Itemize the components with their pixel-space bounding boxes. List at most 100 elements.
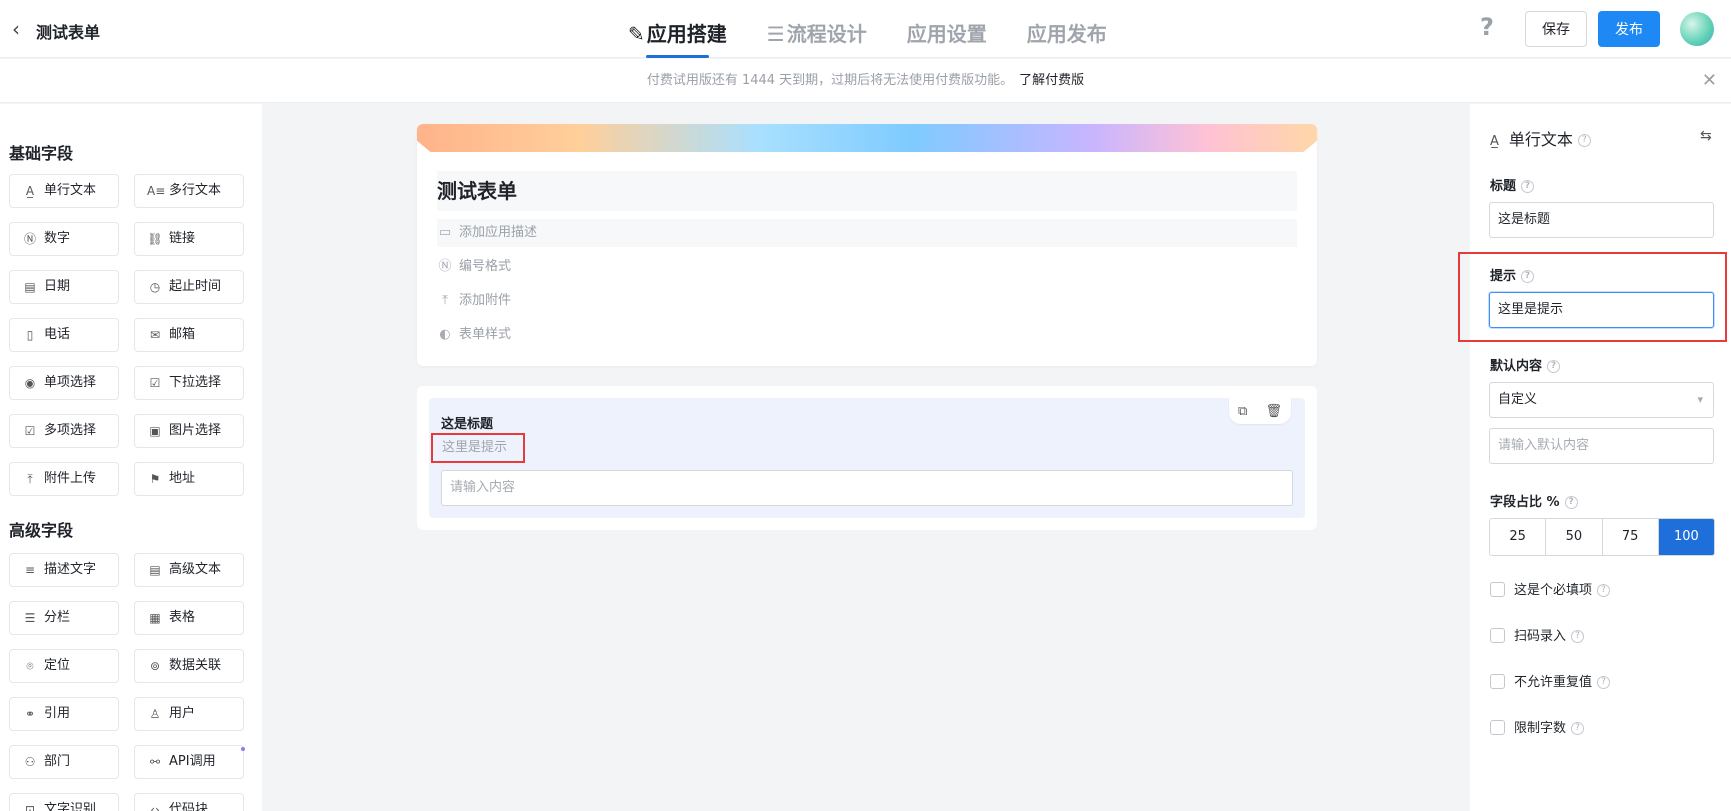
- help-icon[interactable]: ?: [1577, 134, 1591, 147]
- help-icon[interactable]: ?: [1547, 360, 1561, 373]
- field-phone[interactable]: ▯ 电话: [9, 318, 119, 352]
- form-header-card: 测试表单 ▭ 添加应用描述 Ⓝ 编号格式 ⤒ 添加附件 ◐ 表单样式: [417, 124, 1317, 366]
- field-ocr[interactable]: ⊡ 文字识别: [9, 793, 119, 811]
- field-single-line-text[interactable]: A̲ 单行文本: [9, 174, 119, 208]
- default-type-select[interactable]: 自定义: [1489, 382, 1714, 418]
- link-icon: ⛓: [147, 232, 163, 246]
- field-attachment[interactable]: ⤒ 附件上传: [9, 462, 119, 496]
- field-address[interactable]: ⚑ 地址: [134, 462, 244, 496]
- field-number[interactable]: Ⓝ 数字: [9, 222, 119, 256]
- field-code-block[interactable]: ‹› 代码块: [134, 793, 244, 811]
- width-ratio-selector: 25 50 75 100: [1489, 518, 1715, 556]
- checkbox-icon: ☑: [24, 424, 36, 438]
- upgrade-link[interactable]: 了解付费版: [1019, 73, 1084, 88]
- tab-app-settings[interactable]: 应用设置: [889, 0, 1005, 58]
- selected-field[interactable]: 这是标题 这里是提示 请输入内容 ⧉ 🗑: [429, 398, 1305, 518]
- trial-text: 付费试用版还有 1444 天到期，过期后将无法使用付费版功能。: [646, 73, 1014, 88]
- swap-icon[interactable]: ⇆: [1700, 128, 1712, 144]
- tab-app-build[interactable]: ✎ 应用搭建: [610, 0, 745, 58]
- add-description-row[interactable]: ▭ 添加应用描述: [437, 219, 1297, 247]
- basic-fields-title: 基础字段: [9, 144, 74, 163]
- width-option-100[interactable]: 100: [1658, 519, 1714, 555]
- help-icon[interactable]: ?: [1571, 630, 1585, 643]
- save-button[interactable]: 保存: [1525, 11, 1587, 47]
- field-multi-line-text[interactable]: A≡ 多行文本: [134, 174, 244, 208]
- help-icon[interactable]: ?: [1597, 584, 1611, 597]
- help-icon[interactable]: ?: [1571, 722, 1585, 735]
- field-rich-text[interactable]: ▤ 高级文本: [134, 553, 244, 587]
- add-attachment-row[interactable]: ⤒ 添加附件: [437, 287, 1297, 315]
- code-icon: ‹›: [150, 803, 160, 811]
- char-limit-checkbox-row[interactable]: 限制字数?: [1490, 720, 1585, 737]
- field-multi-choice[interactable]: ☑ 多项选择: [9, 414, 119, 448]
- close-icon[interactable]: ✕: [1702, 59, 1717, 103]
- no-duplicate-checkbox-row[interactable]: 不允许重复值?: [1490, 674, 1611, 691]
- number-format-row[interactable]: Ⓝ 编号格式: [437, 253, 1297, 281]
- form-name[interactable]: 测试表单: [437, 171, 1297, 211]
- multiline-text-icon: A≡: [147, 184, 166, 198]
- field-date[interactable]: ▤ 日期: [9, 270, 119, 304]
- upload-icon: ⤒: [27, 472, 33, 486]
- text-icon: A̲: [25, 184, 35, 198]
- map-pin-icon: ⚑: [149, 472, 161, 486]
- field-description-text[interactable]: ≡ 描述文字: [9, 553, 119, 587]
- calendar-icon: ▤: [24, 280, 36, 294]
- field-reference[interactable]: ⚭ 引用: [9, 697, 119, 731]
- no-duplicate-checkbox[interactable]: [1490, 674, 1505, 689]
- title-input[interactable]: 这是标题: [1489, 202, 1714, 238]
- app-title: 测试表单: [36, 23, 101, 42]
- title-label: 标题?: [1490, 175, 1535, 194]
- width-option-75[interactable]: 75: [1602, 519, 1659, 555]
- field-dropdown[interactable]: ☑ 下拉选择: [134, 366, 244, 400]
- field-api-call[interactable]: ⚯ API调用: [134, 745, 244, 779]
- required-checkbox-row[interactable]: 这是个必填项?: [1490, 582, 1611, 599]
- number-icon: Ⓝ: [23, 232, 36, 246]
- default-content-input[interactable]: 请输入默认内容: [1489, 428, 1714, 464]
- field-department[interactable]: ⚇ 部门: [9, 745, 119, 779]
- field-link[interactable]: ⛓ 链接: [134, 222, 244, 256]
- field-single-choice[interactable]: ◉ 单项选择: [9, 366, 119, 400]
- reference-icon: ⚭: [24, 707, 36, 721]
- question-icon[interactable]: ?: [1480, 13, 1494, 41]
- location-icon: ⌾: [26, 659, 34, 673]
- width-option-50[interactable]: 50: [1546, 519, 1603, 555]
- char-limit-checkbox[interactable]: [1490, 720, 1505, 735]
- rich-text-icon: ▤: [149, 563, 161, 577]
- api-icon: ⚯: [149, 755, 161, 769]
- upload-icon: ⤒: [442, 293, 448, 308]
- phone-icon: ▯: [26, 328, 34, 342]
- field-columns[interactable]: ☰ 分栏: [9, 601, 119, 635]
- scan-input-checkbox-row[interactable]: 扫码录入?: [1490, 628, 1585, 645]
- form-banner-image: [417, 124, 1317, 152]
- copy-icon[interactable]: ⧉: [1238, 404, 1247, 419]
- field-table[interactable]: ▦ 表格: [134, 601, 244, 635]
- field-text-input[interactable]: 请输入内容: [441, 470, 1293, 506]
- trash-icon[interactable]: 🗑: [1265, 404, 1282, 419]
- default-content-label: 默认内容?: [1490, 355, 1561, 374]
- width-option-25[interactable]: 25: [1490, 519, 1547, 555]
- avatar[interactable]: [1680, 12, 1714, 46]
- field-location[interactable]: ⌾ 定位: [9, 649, 119, 683]
- field-date-range[interactable]: ◷ 起止时间: [134, 270, 244, 304]
- properties-heading: A̲ 单行文本?: [1490, 126, 1591, 150]
- form-style-row[interactable]: ◐ 表单样式: [437, 321, 1297, 349]
- required-checkbox[interactable]: [1490, 582, 1505, 597]
- field-data-relation[interactable]: ⊚ 数据关联: [134, 649, 244, 683]
- publish-button[interactable]: 发布: [1598, 11, 1660, 47]
- field-image-choice[interactable]: ▣ 图片选择: [134, 414, 244, 448]
- tab-flow-design[interactable]: ☰ 流程设计: [749, 0, 885, 58]
- hint-highlight-box: [1458, 252, 1727, 342]
- help-icon[interactable]: ?: [1564, 496, 1578, 509]
- field-palette: 基础字段 A̲ 单行文本 A≡ 多行文本 Ⓝ 数字 ⛓ 链接 ▤ 日期 ◷ 起止时间 ▯ 电话…: [0, 104, 262, 811]
- help-icon[interactable]: ?: [1521, 180, 1535, 193]
- chevron-left-icon[interactable]: ‹: [12, 17, 20, 41]
- field-email[interactable]: ✉ 邮箱: [134, 318, 244, 352]
- field-user[interactable]: ♙ 用户: [134, 697, 244, 731]
- width-ratio-label: 字段占比 %?: [1490, 491, 1578, 510]
- search-data-icon: ⊚: [149, 659, 161, 673]
- main-tabs: ✎ 应用搭建 ☰ 流程设计 应用设置 应用发布: [610, 0, 1129, 58]
- field-hint: 这里是提示: [431, 433, 525, 463]
- tab-app-publish[interactable]: 应用发布: [1009, 0, 1125, 58]
- scan-input-checkbox[interactable]: [1490, 628, 1505, 643]
- help-icon[interactable]: ?: [1597, 676, 1611, 689]
